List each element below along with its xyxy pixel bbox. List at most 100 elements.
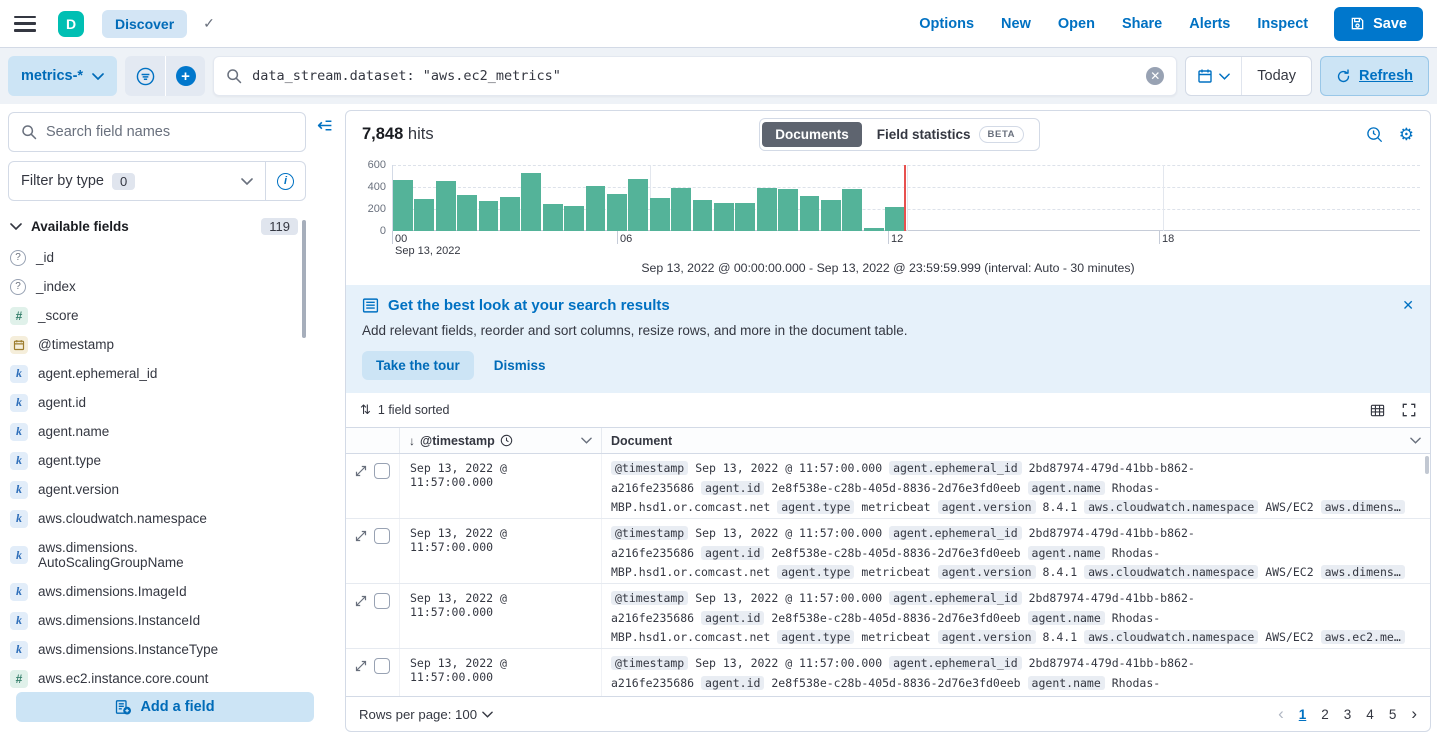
add-filter-button[interactable]: + xyxy=(165,56,205,96)
header-timestamp-column[interactable]: ↓ @timestamp xyxy=(400,428,602,453)
time-range-label[interactable]: Today xyxy=(1242,57,1311,95)
nav-link-options[interactable]: Options xyxy=(919,16,974,32)
field-item[interactable]: kaws.dimensions.InstanceId xyxy=(8,606,298,635)
query-input[interactable]: data_stream.dataset: "aws.ec2_metrics" ✕ xyxy=(213,56,1177,96)
histogram-bar xyxy=(885,207,905,231)
filter-button-group: + xyxy=(125,56,205,96)
fullscreen-icon[interactable] xyxy=(1402,403,1416,418)
available-fields-header[interactable]: Available fields 119 xyxy=(8,218,298,235)
document-cell: @timestamp Sep 13, 2022 @ 11:57:00.000 a… xyxy=(602,519,1430,583)
field-item[interactable]: kagent.name xyxy=(8,417,298,446)
table-scrollbar[interactable] xyxy=(1425,456,1429,474)
hits-histogram[interactable]: 600 400 200 0 00 Sep 13, 2022 06 12 18 xyxy=(346,157,1430,261)
expand-row-icon[interactable] xyxy=(355,595,367,607)
nav-link-alerts[interactable]: Alerts xyxy=(1189,16,1230,32)
field-item[interactable]: kagent.version xyxy=(8,475,298,504)
tab-field-statistics[interactable]: Field statistics BETA xyxy=(864,121,1037,148)
data-view-selector[interactable]: metrics-* xyxy=(8,56,117,96)
field-name: @timestamp xyxy=(38,337,114,352)
nav-link-new[interactable]: New xyxy=(1001,16,1031,32)
display-options-icon[interactable] xyxy=(1370,403,1385,418)
field-name: aws.dimensions.ImageId xyxy=(38,584,187,599)
rows-per-page-button[interactable]: Rows per page: 100 xyxy=(359,707,493,722)
field-item[interactable]: kaws.dimensions.InstanceType xyxy=(8,635,298,664)
field-item[interactable]: kagent.type xyxy=(8,446,298,475)
search-icon xyxy=(226,68,242,84)
date-picker-menu-button[interactable] xyxy=(1186,57,1242,95)
document-line: @timestamp Sep 13, 2022 @ 11:57:00.000 a… xyxy=(611,524,1420,544)
saved-query-menu-button[interactable] xyxy=(125,56,165,96)
row-checkbox[interactable] xyxy=(374,593,390,609)
histogram-bar xyxy=(864,228,884,231)
previous-page-icon[interactable]: ‹ xyxy=(1278,704,1284,724)
field-name-badge: agent.id xyxy=(701,546,764,560)
field-name: agent.ephemeral_id xyxy=(38,366,157,381)
add-field-button[interactable]: Add a field xyxy=(16,692,314,722)
chevron-down-icon xyxy=(482,711,493,718)
field-item[interactable]: #_score xyxy=(8,301,298,330)
table-header-row: ↓ @timestamp Document xyxy=(346,428,1430,454)
next-page-icon[interactable]: › xyxy=(1411,704,1417,724)
document-line: a216fe235686 agent.id 2e8f538e-c28b-405d… xyxy=(611,674,1420,694)
close-icon[interactable]: ✕ xyxy=(1402,297,1414,314)
page-button-5[interactable]: 5 xyxy=(1389,707,1397,722)
field-name-badge: agent.ephemeral_id xyxy=(889,591,1022,605)
sidebar-scrollbar[interactable] xyxy=(302,220,306,338)
document-line: MBP.hsd1.or.comcast.net agent.type metri… xyxy=(611,628,1420,648)
field-item[interactable]: ?_index xyxy=(8,272,298,301)
filter-by-type-button[interactable]: Filter by type 0 xyxy=(9,162,265,200)
field-types-help-button[interactable]: i xyxy=(265,162,305,200)
space-avatar[interactable]: D xyxy=(58,11,84,37)
save-button[interactable]: Save xyxy=(1334,7,1423,41)
tab-documents[interactable]: Documents xyxy=(762,122,862,147)
field-item[interactable]: kaws.dimensions.ImageId xyxy=(8,577,298,606)
page-button-3[interactable]: 3 xyxy=(1344,707,1352,722)
menu-icon[interactable] xyxy=(14,16,36,32)
gear-icon[interactable]: ⚙ xyxy=(1399,126,1414,143)
page-button-4[interactable]: 4 xyxy=(1366,707,1374,722)
timestamp-cell: Sep 13, 2022 @ 11:57:00.000 xyxy=(400,454,602,518)
chevron-down-icon[interactable] xyxy=(581,437,592,444)
field-item[interactable]: #aws.ec2.instance.core.count xyxy=(8,664,298,693)
clear-query-icon[interactable]: ✕ xyxy=(1146,67,1164,85)
breadcrumb[interactable]: Discover xyxy=(102,10,187,38)
row-checkbox[interactable] xyxy=(374,463,390,479)
nav-link-inspect[interactable]: Inspect xyxy=(1257,16,1308,32)
expand-row-icon[interactable] xyxy=(355,530,367,542)
field-item[interactable]: k agent.ephemeral_id xyxy=(8,359,298,388)
header-document-column[interactable]: Document xyxy=(602,428,1430,453)
chevron-down-icon[interactable] xyxy=(1410,437,1421,444)
field-item[interactable]: kaws.cloudwatch.namespace xyxy=(8,504,298,533)
field-value: 2bd87974-479d-41bb-b862- xyxy=(1029,461,1195,475)
nav-link-share[interactable]: Share xyxy=(1122,16,1162,32)
nav-link-open[interactable]: Open xyxy=(1058,16,1095,32)
field-value: Sep 13, 2022 @ 11:57:00.000 xyxy=(695,461,882,475)
field-item[interactable]: ?_id xyxy=(8,243,298,272)
histogram-bar xyxy=(607,194,627,231)
field-list: ?_id?_index#_score @timestamp k agent.ephem… xyxy=(8,243,298,693)
field-name-badge: agent.ephemeral_id xyxy=(889,461,1022,475)
query-text: data_stream.dataset: "aws.ec2_metrics" xyxy=(252,68,561,84)
field-value: metricbeat xyxy=(861,565,930,579)
dismiss-button[interactable]: Dismiss xyxy=(494,358,546,373)
search-sessions-icon[interactable] xyxy=(1366,126,1383,143)
field-item[interactable]: kaws.dimensions. AutoScalingGroupName xyxy=(8,533,298,577)
field-item[interactable]: kagent.id xyxy=(8,388,298,417)
take-tour-button[interactable]: Take the tour xyxy=(362,351,474,380)
collapse-sidebar-icon[interactable] xyxy=(316,117,333,134)
expand-row-icon[interactable] xyxy=(355,465,367,477)
field-search-input[interactable]: Search field names xyxy=(8,112,306,152)
sorted-fields-button[interactable]: 1 field sorted xyxy=(378,403,450,417)
expand-row-icon[interactable] xyxy=(355,660,367,672)
field-item[interactable]: @timestamp xyxy=(8,330,298,359)
page-button-1[interactable]: 1 xyxy=(1299,707,1307,722)
keyword-field-icon: k xyxy=(10,546,28,564)
keyword-field-icon: k xyxy=(10,365,28,383)
page-button-2[interactable]: 2 xyxy=(1321,707,1329,722)
row-checkbox[interactable] xyxy=(374,528,390,544)
clock-icon xyxy=(500,434,513,447)
field-name-badge: aws.cloudwatch.namespace xyxy=(1084,565,1258,579)
row-checkbox[interactable] xyxy=(374,658,390,674)
field-value: Rhodas- xyxy=(1112,611,1160,625)
refresh-button[interactable]: Refresh xyxy=(1320,56,1429,96)
